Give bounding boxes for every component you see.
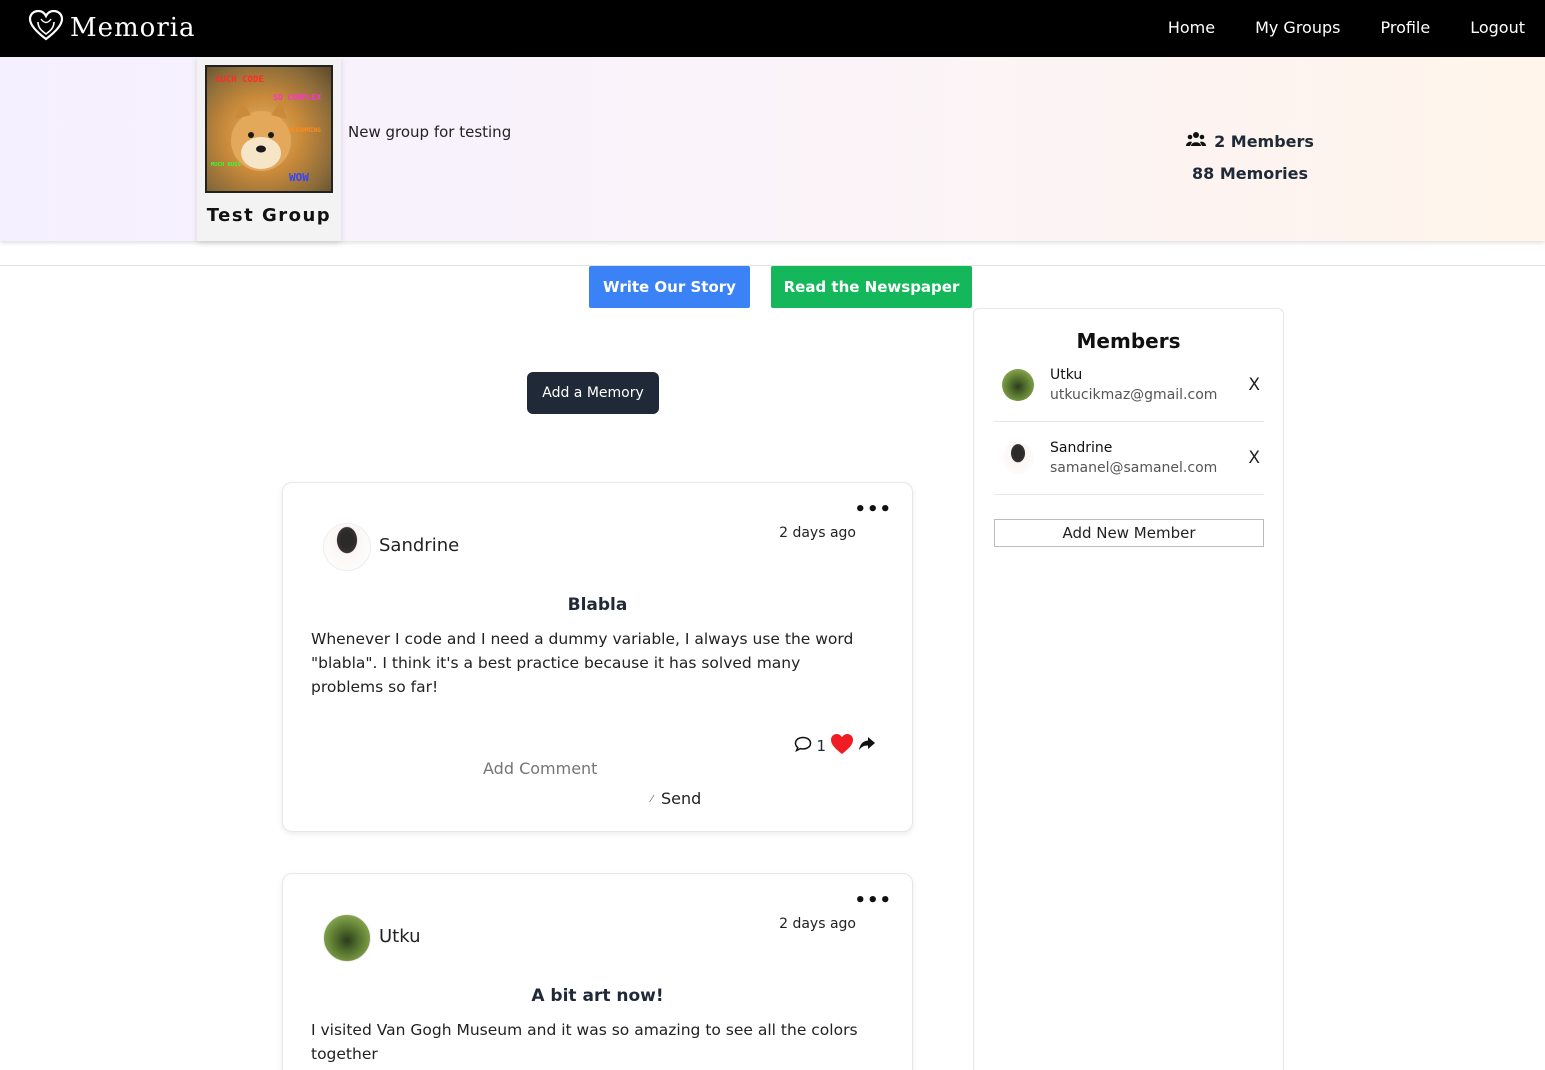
- avatar[interactable]: [323, 914, 371, 962]
- group-stats: 2 Members 88 Memories: [1170, 125, 1330, 189]
- read-newspaper-button[interactable]: Read the Newspaper: [771, 266, 972, 308]
- brand-name: Memoria: [70, 13, 196, 43]
- more-options-icon[interactable]: •••: [854, 501, 892, 519]
- memory-author[interactable]: Utku: [379, 926, 421, 947]
- member-row: Utku utkucikmaz@gmail.com X: [994, 349, 1264, 422]
- member-name: Utku: [1050, 367, 1083, 383]
- members-panel: Members Utku utkucikmaz@gmail.com X Sand…: [973, 308, 1284, 1070]
- image-caption: SUCH CODE: [215, 75, 264, 85]
- navbar: Memoria Home My Groups Profile Logout: [0, 0, 1545, 57]
- avatar[interactable]: [1002, 369, 1034, 401]
- comment-icon[interactable]: [794, 736, 812, 756]
- group-description: New group for testing: [348, 123, 512, 141]
- resize-grip-icon[interactable]: ⁄: [651, 794, 653, 805]
- memory-title: A bit art now!: [531, 986, 664, 1006]
- brand-logo[interactable]: Memoria: [28, 9, 196, 46]
- member-row: Sandrine samanel@samanel.com X: [994, 422, 1264, 495]
- remove-member-button[interactable]: X: [1248, 375, 1260, 395]
- more-options-icon[interactable]: •••: [854, 892, 892, 910]
- avatar[interactable]: [1002, 442, 1034, 474]
- memory-card: ••• Utku 2 days ago A bit art now! I vis…: [282, 873, 913, 1070]
- send-comment-button[interactable]: Send: [661, 789, 701, 808]
- member-name: Sandrine: [1050, 440, 1113, 456]
- nav-logout-link[interactable]: Logout: [1470, 18, 1525, 37]
- group-image: SUCH CODE SO COMPLEX VERY PROGRAMMING MU…: [205, 65, 333, 193]
- nav-links: Home My Groups Profile Logout: [1168, 18, 1525, 37]
- heart-logo-icon: [28, 9, 64, 46]
- users-icon: [1186, 131, 1207, 151]
- add-memory-button[interactable]: Add a Memory: [527, 372, 659, 414]
- memory-title: Blabla: [567, 595, 628, 615]
- memory-timestamp: 2 days ago: [779, 525, 856, 541]
- member-email: utkucikmaz@gmail.com: [1050, 387, 1218, 403]
- add-comment-input[interactable]: [483, 759, 743, 778]
- write-our-story-button[interactable]: Write Our Story: [589, 266, 750, 308]
- add-new-member-button[interactable]: Add New Member: [994, 519, 1264, 547]
- member-email: samanel@samanel.com: [1050, 460, 1218, 476]
- group-header: SUCH CODE SO COMPLEX VERY PROGRAMMING MU…: [0, 57, 1545, 241]
- nav-profile-link[interactable]: Profile: [1380, 18, 1430, 37]
- memory-timestamp: 2 days ago: [779, 916, 856, 932]
- dog-illustration-icon: [231, 101, 291, 171]
- share-icon[interactable]: [858, 736, 876, 756]
- memories-count: 88 Memories: [1191, 163, 1309, 183]
- remove-member-button[interactable]: X: [1248, 448, 1260, 468]
- nav-home-link[interactable]: Home: [1168, 18, 1215, 37]
- heart-icon[interactable]: [830, 733, 854, 759]
- memory-author[interactable]: Sandrine: [379, 535, 459, 556]
- avatar[interactable]: [323, 523, 371, 571]
- memory-actions: 1: [794, 733, 876, 759]
- memory-body: Whenever I code and I need a dummy varia…: [311, 630, 854, 696]
- memory-body: I visited Van Gogh Museum and it was so …: [311, 1021, 858, 1063]
- members-count: 2 Members: [1214, 131, 1314, 151]
- comment-count: 1: [816, 737, 826, 755]
- memory-card: ••• Sandrine 2 days ago Blabla Whenever …: [282, 482, 913, 832]
- nav-my-groups-link[interactable]: My Groups: [1255, 18, 1340, 37]
- group-name: Test Group: [206, 205, 332, 226]
- group-card: SUCH CODE SO COMPLEX VERY PROGRAMMING MU…: [197, 57, 341, 241]
